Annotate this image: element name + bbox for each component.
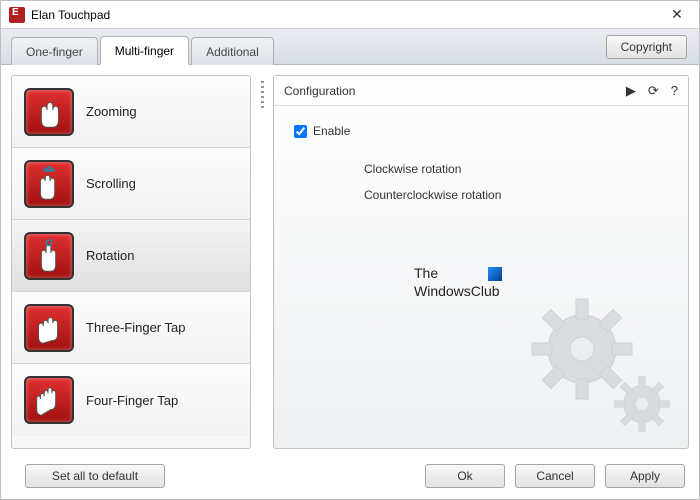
configuration-body: Enable Clockwise rotation Counterclockwi… — [274, 106, 688, 227]
rotation-gesture-icon — [24, 232, 74, 280]
enable-checkbox[interactable] — [294, 125, 307, 138]
configuration-panel: Configuration ▶ ⟳ ? Enable Clockwise rot… — [273, 75, 689, 449]
window-title: Elan Touchpad — [31, 8, 663, 22]
zoom-gesture-icon — [24, 88, 74, 136]
panels: Zooming Scrolling — [1, 65, 699, 453]
client-area: Zooming Scrolling — [1, 65, 699, 499]
sidebar-item-label: Four-Finger Tap — [86, 393, 178, 408]
sidebar-item-rotation[interactable]: Rotation — [12, 220, 250, 292]
apply-button[interactable]: Apply — [605, 464, 685, 488]
sidebar-item-three-finger-tap[interactable]: Three-Finger Tap — [12, 292, 250, 364]
option-counterclockwise: Counterclockwise rotation — [364, 182, 668, 208]
three-finger-tap-icon — [24, 304, 74, 352]
watermark: The WindowsClub — [414, 264, 502, 300]
four-finger-tap-icon — [24, 376, 74, 424]
sidebar-item-zooming[interactable]: Zooming — [12, 76, 250, 148]
bottom-bar: Set all to default Ok Cancel Apply — [1, 453, 699, 499]
gears-decoration-icon — [512, 289, 682, 442]
sidebar-item-scrolling[interactable]: Scrolling — [12, 148, 250, 220]
splitter-handle[interactable] — [259, 75, 265, 449]
watermark-line2: WindowsClub — [414, 282, 502, 300]
sidebar-item-label: Scrolling — [86, 176, 136, 191]
watermark-square-icon — [488, 267, 502, 281]
enable-label: Enable — [313, 124, 350, 138]
sidebar-item-four-finger-tap[interactable]: Four-Finger Tap — [12, 364, 250, 436]
ok-button[interactable]: Ok — [425, 464, 505, 488]
gesture-list[interactable]: Zooming Scrolling — [12, 76, 250, 448]
tabs-row: One-finger Multi-finger Additional Copyr… — [1, 29, 699, 65]
grip-dots-icon — [261, 81, 264, 111]
enable-row[interactable]: Enable — [294, 124, 668, 138]
set-all-default-button[interactable]: Set all to default — [25, 464, 165, 488]
play-icon[interactable]: ▶ — [626, 83, 636, 99]
configuration-title: Configuration — [284, 84, 626, 98]
configuration-header-actions: ▶ ⟳ ? — [626, 83, 678, 99]
cancel-button[interactable]: Cancel — [515, 464, 595, 488]
tab-multi-finger[interactable]: Multi-finger — [100, 36, 189, 65]
sidebar-item-label: Rotation — [86, 248, 134, 263]
tab-additional[interactable]: Additional — [191, 37, 274, 65]
watermark-line1: The — [414, 265, 438, 281]
rotation-options: Clockwise rotation Counterclockwise rota… — [364, 156, 668, 209]
window-root: Elan Touchpad ✕ One-finger Multi-finger … — [0, 0, 700, 500]
sidebar-item-label: Zooming — [86, 104, 137, 119]
option-clockwise: Clockwise rotation — [364, 156, 668, 182]
title-bar: Elan Touchpad ✕ — [1, 1, 699, 29]
close-icon[interactable]: ✕ — [663, 6, 691, 23]
sidebar-item-label: Three-Finger Tap — [86, 320, 185, 335]
tab-one-finger[interactable]: One-finger — [11, 37, 98, 65]
help-icon[interactable]: ? — [671, 83, 678, 98]
app-icon — [9, 7, 25, 23]
gesture-list-panel: Zooming Scrolling — [11, 75, 251, 449]
copyright-button[interactable]: Copyright — [606, 35, 687, 59]
refresh-icon[interactable]: ⟳ — [648, 83, 659, 99]
configuration-header: Configuration ▶ ⟳ ? — [274, 76, 688, 106]
scroll-gesture-icon — [24, 160, 74, 208]
